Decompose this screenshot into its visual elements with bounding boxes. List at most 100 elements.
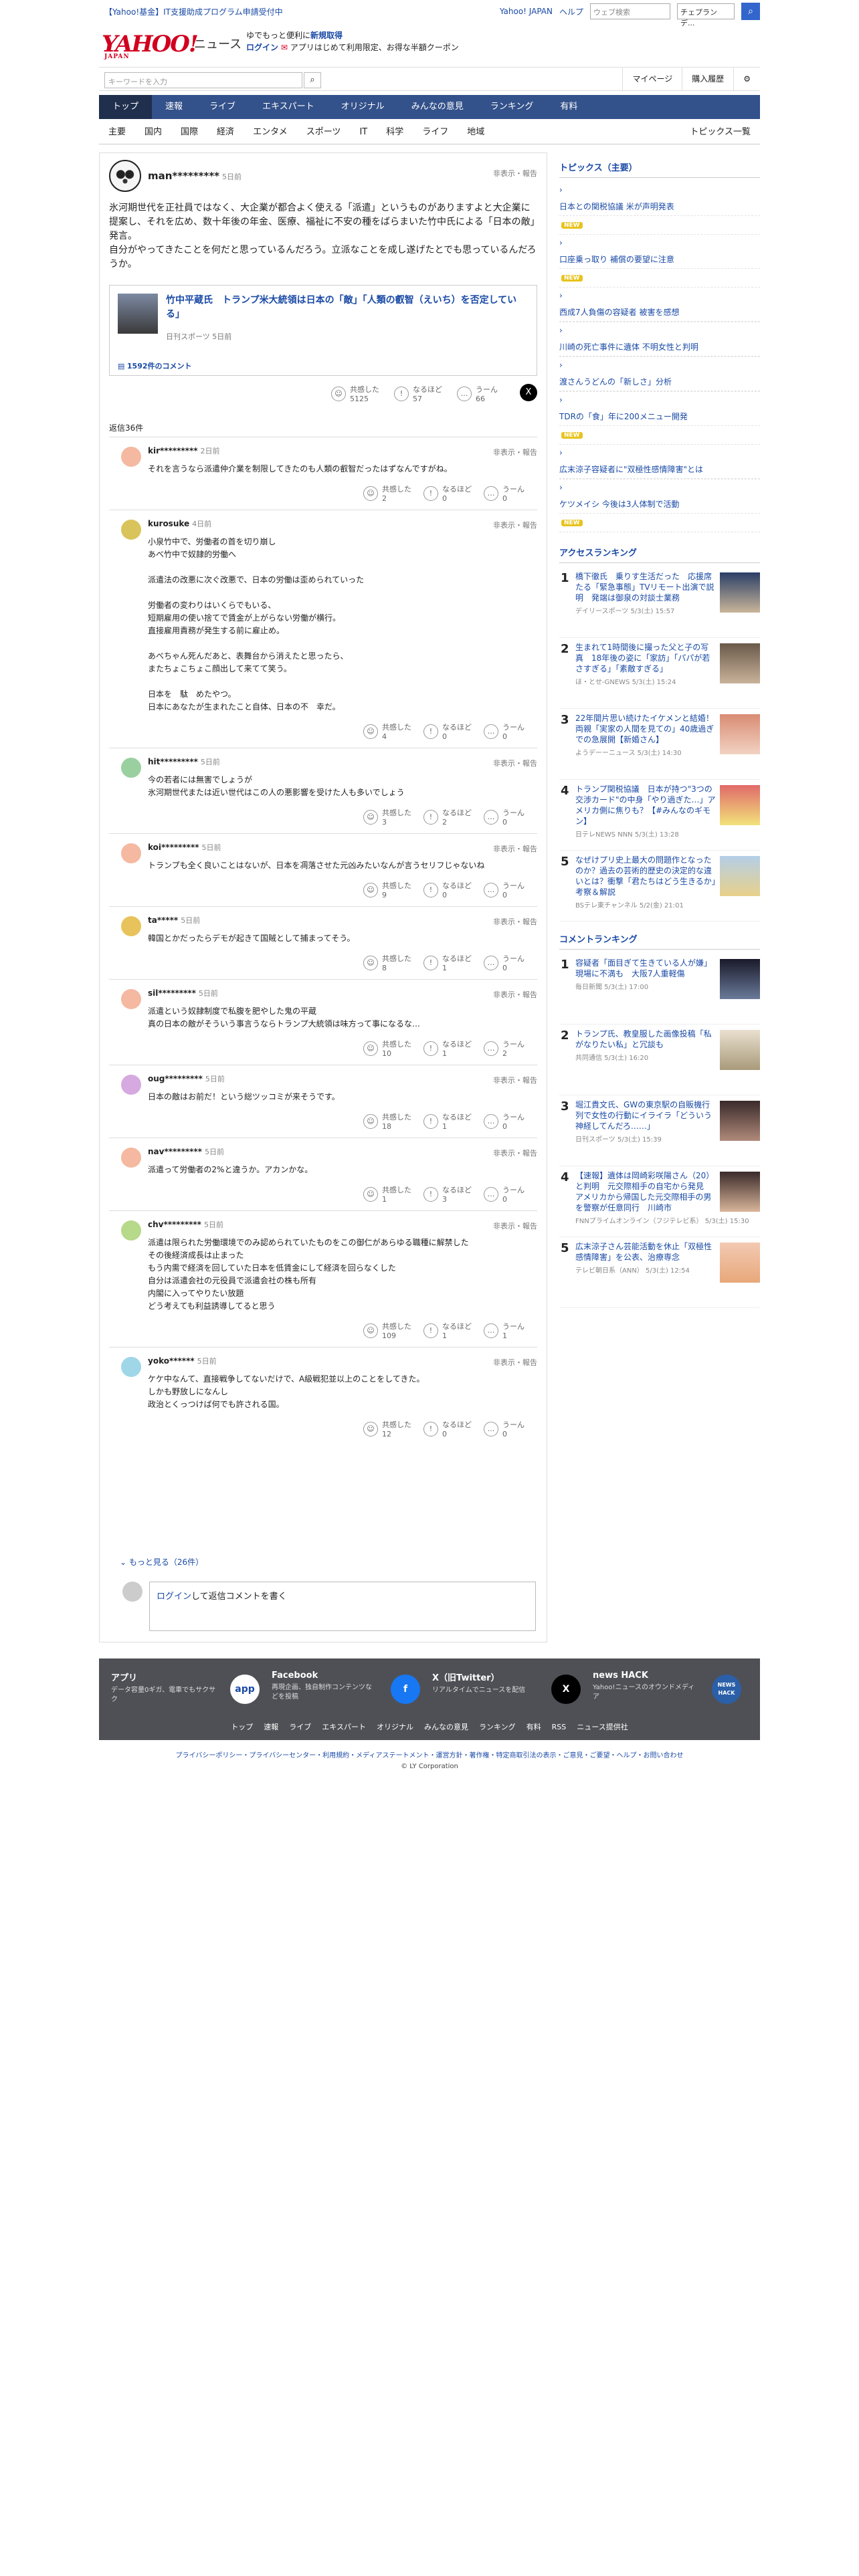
nav-top[interactable]: トップ <box>99 95 153 119</box>
nav-original[interactable]: オリジナル <box>328 95 398 119</box>
subnav-entertainment[interactable]: エンタメ <box>244 120 297 144</box>
topic-link[interactable]: › 渡さんうどんの「新しさ」分析 <box>559 357 760 392</box>
nav-paid[interactable]: 有料 <box>547 95 591 119</box>
report-link[interactable]: 非表示・報告 <box>493 843 537 854</box>
article-comment-count[interactable]: ▤ 1592件のコメント <box>118 360 192 371</box>
x-share-icon[interactable]: X <box>520 384 537 401</box>
subnav-it[interactable]: IT <box>350 120 377 144</box>
topic-link[interactable]: › 西成7人負傷の容疑者 被害を感想 <box>559 288 760 322</box>
ranking-title[interactable]: 広末涼子さん芸能活動を休止「双極性感情障害」を公表、治療専念 <box>575 1241 716 1263</box>
naruhodo-button[interactable]: ! なるほど 1 <box>423 953 477 972</box>
agree-button[interactable]: ☺ 共感した 4 <box>363 722 417 741</box>
agree-button[interactable]: ☺ 共感した 9 <box>363 880 417 899</box>
subnav-sports[interactable]: スポーツ <box>297 120 351 144</box>
ranking-item[interactable]: 4 【速報】遺体は岡崎彩咲陽さん（20）と判明 元交際相手の自宅から発見 アメリカ… <box>559 1166 760 1237</box>
subnav-local[interactable]: 地域 <box>458 120 494 144</box>
footer-block[interactable]: news HACK Yahoo!ニュースのオウンドメディア NEWS HACK <box>593 1671 747 1711</box>
subnav-main[interactable]: 主要 <box>99 120 135 144</box>
login-link[interactable]: ログイン <box>246 43 278 52</box>
uun-button[interactable]: … うーん 0 <box>484 807 537 827</box>
ranking-title[interactable]: なぜけプリ史上最大の問題作となったのか？過去の芸術的歴史の決定的な違いとは？衝撃… <box>575 855 716 897</box>
subnav-science[interactable]: 科学 <box>377 120 413 144</box>
article-title[interactable]: 竹中平蔵氏 トランプ米大統領は日本の「敵」「人類の叡智（えいち）を否定している」 <box>166 294 520 322</box>
naruhodo-button[interactable]: ! なるほど 1 <box>423 1039 477 1058</box>
web-search-input[interactable]: ウェブ検索 <box>590 3 670 19</box>
naruhodo-button[interactable]: ! なるほど 1 <box>423 1321 477 1340</box>
report-link[interactable]: 非表示・報告 <box>493 1357 537 1368</box>
agree-button[interactable]: ☺ 共感した 8 <box>363 953 417 972</box>
subnav-domestic[interactable]: 国内 <box>135 120 171 144</box>
topic-link[interactable]: › ケツメイシ 今後は3人体制で活動 NEW <box>559 479 760 532</box>
keyword-input[interactable]: キーワードを入力 <box>104 72 302 88</box>
naruhodo-button[interactable]: ! なるほど 1 <box>423 1111 477 1131</box>
agree-button[interactable]: ☺ 共感した 109 <box>363 1321 417 1340</box>
agree-button[interactable]: ☺ 共感した 3 <box>363 807 417 827</box>
agree-button[interactable]: ☺ 共感した 10 <box>363 1039 417 1058</box>
agree-button[interactable]: ☺ 共感した 1 <box>363 1184 417 1204</box>
footer-link[interactable]: RSS <box>552 1723 567 1731</box>
topic-link[interactable]: › 日本との関税協議 米が声明発表 NEW <box>559 182 760 235</box>
gear-icon[interactable]: ⚙ <box>733 68 760 90</box>
ranking-item[interactable]: 5 なぜけプリ史上最大の問題作となったのか？過去の芸術的歴史の決定的な違いとは？衝… <box>559 851 760 922</box>
report-link[interactable]: 非表示・報告 <box>493 1220 537 1231</box>
uun-button[interactable]: … うーん 0 <box>484 880 537 899</box>
report-link[interactable]: 非表示・報告 <box>493 1148 537 1158</box>
nav-live[interactable]: ライブ <box>196 95 249 119</box>
naruhodo-button[interactable]: ! なるほど 0 <box>423 1419 477 1438</box>
uun-button[interactable]: … うーん 0 <box>484 722 537 741</box>
ranking-item[interactable]: 1 容疑者「面目ぎて生きている人が嫌」 現場に不満も 大阪7人重軽傷 毎日新聞 5/… <box>559 954 760 1025</box>
source-article-card[interactable]: 竹中平蔵氏 トランプ米大統領は日本の「敵」「人類の叡智（えいち）を否定している」… <box>109 285 537 376</box>
signup-link[interactable]: 新規取得 <box>310 31 343 40</box>
footer-link[interactable]: トップ <box>231 1723 253 1731</box>
nav-ranking[interactable]: ランキング <box>477 95 547 119</box>
search-icon[interactable]: ⌕ <box>304 72 321 88</box>
purchase-history-link[interactable]: 購入履歴 <box>682 68 733 90</box>
topic-link[interactable]: › 広末涼子容疑者に"双極性感情障害"とは <box>559 445 760 479</box>
ranking-item[interactable]: 2 トランプ氏、教皇服した画像投稿「私がなりたい私」と冗談も 共同通信 5/3(土)… <box>559 1025 760 1095</box>
web-search-suggest[interactable]: チェプランデ... <box>677 3 735 27</box>
yahoo-logo[interactable]: YAHOO! JAPAN <box>102 31 199 60</box>
ranking-title[interactable]: 橋下徹氏 乗りす生活だった 応援席たる「緊急事態」TVリモート出演で説明 発端は… <box>575 571 716 603</box>
footer-link[interactable]: 速報 <box>264 1723 278 1731</box>
uun-button[interactable]: … うーん 66 <box>457 384 509 403</box>
footer-block[interactable]: X（旧Twitter） リアルタイムでニュースを配信 X <box>432 1671 586 1711</box>
topic-link[interactable]: › 川崎の死亡事件に遺体 不明女性と判明 <box>559 322 760 357</box>
legal-links[interactable]: プライバシーポリシー・プライバシーセンター・利用規約・メディアステートメント・運… <box>0 1749 859 1759</box>
topics-list-link[interactable]: トピックス一覧 <box>680 120 760 144</box>
ranking-title[interactable]: 容疑者「面目ぎて生きている人が嫌」 現場に不満も 大阪7人重軽傷 <box>575 958 716 979</box>
yahoo-japan-link[interactable]: Yahoo! JAPAN <box>500 7 553 16</box>
report-link[interactable]: 非表示・報告 <box>493 1075 537 1085</box>
footer-block[interactable]: アプリ データ容量0ギガ、電車でもサクサク app <box>111 1671 265 1711</box>
topic-link[interactable]: › 口座乗っ取り 補償の要望に注意 NEW <box>559 235 760 288</box>
more-replies-button[interactable]: ⌄ もっと見る（26件） <box>120 1556 203 1568</box>
uun-button[interactable]: … うーん 2 <box>484 1039 537 1058</box>
naruhodo-button[interactable]: ! なるほど 3 <box>423 1184 477 1204</box>
uun-button[interactable]: … うーん 0 <box>484 1419 537 1438</box>
naruhodo-button[interactable]: ! なるほど 0 <box>423 484 477 503</box>
ranking-item[interactable]: 5 広末涼子さん芸能活動を休止「双極性感情障害」を公表、治療専念 テレビ朝日系（AN… <box>559 1237 760 1308</box>
report-link[interactable]: 非表示・報告 <box>493 520 537 530</box>
report-link[interactable]: 非表示・報告 <box>493 916 537 927</box>
uun-button[interactable]: … うーん 1 <box>484 1321 537 1340</box>
report-link[interactable]: 非表示・報告 <box>493 989 537 1000</box>
notice-link[interactable]: 【Yahoo!基金】IT支援助成プログラム申請受付中 <box>104 6 283 17</box>
report-link[interactable]: 非表示・報告 <box>493 168 537 179</box>
reply-input[interactable]: ログインして返信コメントを書く <box>149 1582 536 1631</box>
footer-link[interactable]: 有料 <box>527 1723 541 1731</box>
naruhodo-button[interactable]: ! なるほど 57 <box>394 384 446 403</box>
login-link[interactable]: ログイン <box>157 1592 191 1602</box>
naruhodo-button[interactable]: ! なるほど 2 <box>423 807 477 827</box>
ranking-title[interactable]: トランプ関税協議 日本が持つ"3つの交渉カード"の中身「やり過ぎた…」アメリカ側… <box>575 784 716 827</box>
help-link[interactable]: ヘルプ <box>559 6 583 17</box>
agree-button[interactable]: ☺ 共感した 5125 <box>331 384 383 403</box>
uun-button[interactable]: … うーん 0 <box>484 953 537 972</box>
ranking-item[interactable]: 2 生まれて1時間後に撮った父と子の写真 18年後の姿に「家訪」「パパが若さすぎる… <box>559 638 760 709</box>
uun-button[interactable]: … うーん 0 <box>484 1111 537 1131</box>
footer-link[interactable]: ニュース提供社 <box>577 1723 628 1731</box>
ranking-title[interactable]: 【速報】遺体は岡崎彩咲陽さん（20）と判明 元交際相手の自宅から発見 アメリカか… <box>575 1170 716 1213</box>
nav-expert[interactable]: エキスパート <box>249 95 328 119</box>
ranking-item[interactable]: 3 22年間片思い続けたイケメンと結婚！両親「実家の人間を見ての」40歳過ぎでの急… <box>559 709 760 780</box>
footer-link[interactable]: オリジナル <box>377 1723 413 1731</box>
agree-button[interactable]: ☺ 共感した 12 <box>363 1419 417 1438</box>
mypage-link[interactable]: マイページ <box>622 68 682 90</box>
